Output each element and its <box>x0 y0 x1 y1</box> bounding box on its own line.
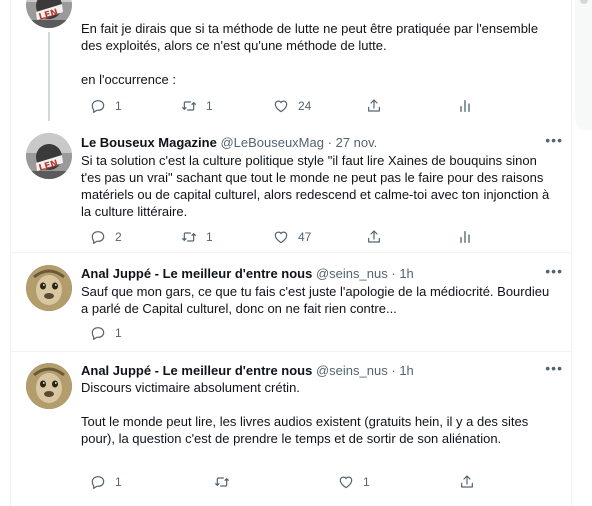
retweet-icon <box>181 229 197 245</box>
reply-icon <box>90 98 106 114</box>
share-icon <box>366 98 382 114</box>
tweet-actions: 1 1 24 <box>81 96 481 116</box>
like-button[interactable]: 47 <box>273 227 311 247</box>
avatar[interactable] <box>26 265 72 311</box>
more-icon[interactable]: ••• <box>545 263 563 279</box>
reply-count: 1 <box>115 326 122 340</box>
like-button[interactable]: 1 <box>338 472 370 492</box>
tweet-text: Discours victimaire absolument crétin. T… <box>81 380 529 446</box>
tweet[interactable]: Anal Juppé - Le meilleur d'entre nous @s… <box>11 253 571 352</box>
separator: · <box>391 363 396 378</box>
retweet-button[interactable] <box>214 472 230 492</box>
timeline-column: En fait je dirais que si ta méthode de l… <box>10 0 572 506</box>
like-count: 24 <box>298 99 312 113</box>
avatar[interactable] <box>26 363 72 409</box>
like-icon <box>273 229 289 245</box>
tweet-text: Si ta solution c'est la culture politiqu… <box>81 153 550 219</box>
avatar[interactable] <box>26 133 72 179</box>
tweet-text: Sauf que mon gars, ce que tu fais c'est … <box>81 284 550 316</box>
tweet-actions: 1 1 <box>81 472 481 492</box>
reply-count: 2 <box>115 230 122 244</box>
retweet-icon <box>214 474 230 490</box>
tweet-actions: 2 1 47 <box>81 227 481 247</box>
timestamp[interactable]: 1h <box>399 266 413 281</box>
retweet-button[interactable]: 1 <box>181 96 213 116</box>
share-button[interactable] <box>459 472 475 492</box>
sidebar-dot <box>580 0 588 4</box>
reply-button[interactable]: 2 <box>90 227 122 247</box>
like-count: 1 <box>363 475 370 489</box>
tweet[interactable]: En fait je dirais que si ta méthode de l… <box>11 0 571 121</box>
more-icon[interactable]: ••• <box>545 132 563 148</box>
reply-count: 1 <box>115 475 122 489</box>
tweet-header: Le Bouseux Magazine @LeBouseuxMag · 27 n… <box>81 134 377 151</box>
author-handle[interactable]: @seins_nus <box>316 363 388 378</box>
analytics-icon <box>457 229 473 245</box>
author-name[interactable]: Le Bouseux Magazine <box>81 135 217 150</box>
author-handle[interactable]: @seins_nus <box>316 266 388 281</box>
like-icon <box>338 474 354 490</box>
analytics-button[interactable] <box>457 96 473 116</box>
tweet-text: En fait je dirais que si ta méthode de l… <box>81 21 539 87</box>
timestamp[interactable]: 1h <box>399 363 413 378</box>
reply-button[interactable]: 1 <box>90 323 122 343</box>
analytics-button[interactable] <box>457 227 473 247</box>
retweet-button[interactable]: 1 <box>181 227 213 247</box>
retweet-count: 1 <box>206 230 213 244</box>
reply-icon <box>90 325 106 341</box>
share-icon <box>459 474 475 490</box>
reply-icon <box>90 229 106 245</box>
like-icon <box>273 98 289 114</box>
share-button[interactable] <box>366 227 382 247</box>
tweet-header: Anal Juppé - Le meilleur d'entre nous @s… <box>81 362 414 379</box>
tweet[interactable]: Anal Juppé - Le meilleur d'entre nous @s… <box>11 352 571 506</box>
author-name[interactable]: Anal Juppé - Le meilleur d'entre nous <box>81 363 312 378</box>
timestamp[interactable]: 27 nov. <box>336 135 378 150</box>
tweet-header: Anal Juppé - Le meilleur d'entre nous @s… <box>81 265 414 282</box>
tweet-actions: 1 <box>81 323 481 343</box>
right-panel <box>575 0 592 506</box>
separator: · <box>391 266 396 281</box>
sidebar-card <box>575 0 592 130</box>
like-button[interactable]: 24 <box>273 96 311 116</box>
thread-line <box>48 32 50 121</box>
reply-icon <box>90 474 106 490</box>
author-handle[interactable]: @LeBouseuxMag <box>220 135 324 150</box>
share-icon <box>366 229 382 245</box>
author-name[interactable]: Anal Juppé - Le meilleur d'entre nous <box>81 266 312 281</box>
separator: · <box>327 135 332 150</box>
tweet[interactable]: Le Bouseux Magazine @LeBouseuxMag · 27 n… <box>11 121 571 260</box>
share-button[interactable] <box>366 96 382 116</box>
avatar[interactable] <box>26 0 72 28</box>
analytics-icon <box>457 98 473 114</box>
more-icon[interactable]: ••• <box>545 360 563 376</box>
retweet-icon <box>181 98 197 114</box>
reply-count: 1 <box>115 99 122 113</box>
like-count: 47 <box>298 230 312 244</box>
reply-button[interactable]: 1 <box>90 96 122 116</box>
reply-button[interactable]: 1 <box>90 472 122 492</box>
retweet-count: 1 <box>206 99 213 113</box>
